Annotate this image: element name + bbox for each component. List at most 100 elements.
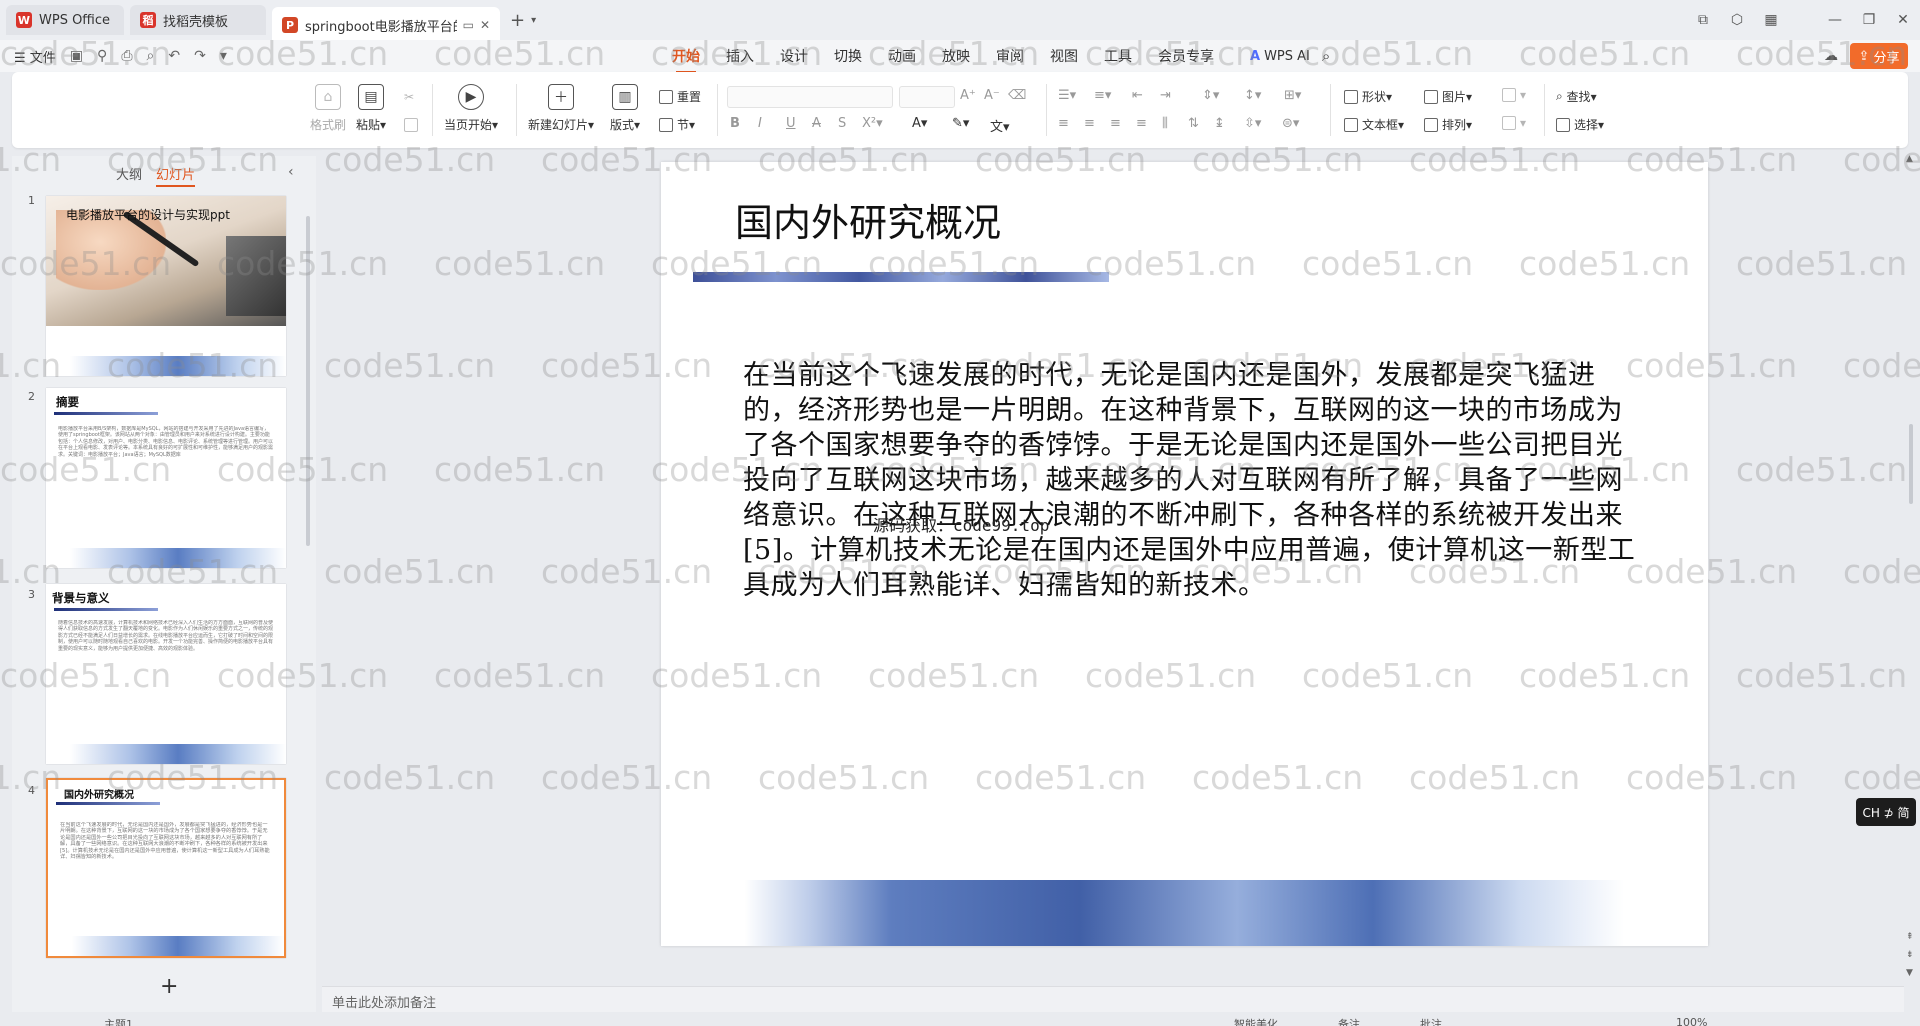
tab-wps-office[interactable]: W WPS Office [6, 5, 124, 35]
char-spacing-icon[interactable]: 文▾ [990, 116, 1010, 135]
paragraph-spacing-icon[interactable]: ↨ [1214, 116, 1225, 131]
section-button[interactable]: 节 ▾ [659, 116, 695, 133]
bold-icon[interactable]: B [730, 116, 740, 131]
comments-toggle[interactable]: 批注 [1420, 1016, 1442, 1026]
notes-pane[interactable]: 单击此处添加备注 [322, 986, 1904, 1012]
bullets-icon[interactable]: ☰▾ [1058, 88, 1076, 103]
italic-icon[interactable]: I [758, 116, 762, 131]
slide-thumbnail-1[interactable]: 电影播放平台的设计与实现ppt [46, 196, 286, 376]
strikethrough-icon[interactable]: A [812, 116, 821, 131]
search-icon[interactable]: ⌕ [1322, 47, 1330, 65]
underline-icon[interactable]: U [786, 116, 796, 131]
format-painter-button[interactable]: ⌂ 格式刷 [310, 84, 346, 133]
paragraph-settings-icon[interactable]: ⇳▾ [1244, 116, 1261, 131]
chevron-down-icon[interactable]: ▾ [531, 15, 536, 26]
export-icon[interactable]: ⚲ [97, 48, 107, 64]
tab-slides[interactable]: 幻灯片 [156, 164, 195, 187]
copy-icon[interactable] [404, 118, 422, 132]
textbox-button[interactable]: 文本框 ▾ [1344, 116, 1404, 133]
justify-icon[interactable]: ≡ [1136, 116, 1147, 131]
tab-animation[interactable]: 动画 [888, 46, 916, 66]
scroll-up-icon[interactable]: ▲ [1906, 154, 1913, 164]
align-right-icon[interactable]: ≡ [1110, 116, 1121, 131]
shrink-font-icon[interactable]: A⁻ [984, 88, 1000, 103]
panel-scrollbar[interactable] [306, 216, 310, 546]
tab-slideshow[interactable]: 放映 [942, 46, 970, 66]
align-text-icon[interactable]: ⊞▾ [1284, 88, 1301, 103]
share-button[interactable]: ⇪ 分享 [1850, 43, 1908, 69]
tab-docer-templates[interactable]: 稻 找稻壳模板 [130, 5, 266, 35]
cut-icon[interactable]: ✂ [404, 90, 414, 104]
tab-review[interactable]: 审阅 [996, 46, 1024, 66]
redo-icon[interactable]: ↷ [194, 48, 206, 64]
align-center-icon[interactable]: ≡ [1084, 116, 1095, 131]
arrange-button[interactable]: 排列 ▾ [1424, 116, 1472, 133]
tab-home[interactable]: 开始 [672, 46, 700, 73]
prev-slide-icon[interactable]: ⇞ [1906, 932, 1914, 942]
tab-tools[interactable]: 工具 [1104, 46, 1132, 66]
play-from-current-button[interactable]: ▶ 当页开始▾ [444, 84, 498, 133]
slide-thumbnail-2[interactable]: 摘要 电影播放平台采用B/S架构，数据库是MySQL，网站的搭建与开发采用了先进… [46, 388, 286, 568]
tab-member[interactable]: 会员专享 [1158, 46, 1214, 66]
slide-title[interactable]: 国内外研究概况 [735, 192, 1001, 247]
restore-icon[interactable]: ❐ [1852, 12, 1886, 28]
slide-thumbnail-4[interactable]: 国内外研究概况 在当前这个飞速发展的时代，无论是国内还是国外，发展都是突飞猛进的… [46, 778, 286, 958]
tab-transition[interactable]: 切换 [834, 46, 862, 66]
next-slide-icon[interactable]: ⇟ [1906, 950, 1914, 960]
numbering-icon[interactable]: ≡▾ [1094, 88, 1111, 103]
tab-view[interactable]: 视图 [1050, 46, 1078, 66]
layout-icon[interactable]: ⧉ [1686, 12, 1720, 28]
decrease-indent-icon[interactable]: ⇤ [1132, 88, 1143, 103]
grow-font-icon[interactable]: A⁺ [960, 88, 976, 103]
paste-button[interactable]: ▤ 粘贴▾ [356, 84, 386, 133]
avatar[interactable]: ▦ [1754, 12, 1788, 28]
scroll-thumb[interactable] [1909, 424, 1913, 504]
wps-ai-button[interactable]: A WPS AI [1250, 49, 1310, 64]
superscript-icon[interactable]: X²▾ [862, 116, 883, 131]
distribute-icon[interactable]: ⫼ [1162, 116, 1168, 131]
slide-thumbnail-3[interactable]: 背景与意义 随着信息技术的高速发展，计算机技术和网络技术已经深入人们生活的方方面… [46, 584, 286, 764]
cube-icon[interactable]: ⬡ [1720, 12, 1754, 28]
tab-current-document[interactable]: P springboot电影播放平台的 ▭ ✕ [272, 7, 500, 43]
tab-outline[interactable]: 大纲 [116, 164, 142, 187]
fill-icon[interactable]: ▾ [1502, 88, 1526, 102]
picture-button[interactable]: 图片 ▾ [1424, 88, 1472, 105]
tab-design[interactable]: 设计 [780, 46, 808, 66]
outline-icon[interactable]: ▾ [1502, 116, 1526, 130]
current-slide[interactable]: 国内外研究概况 在当前这个飞速发展的时代，无论是国内还是国外，发展都是突飞猛进的… [661, 162, 1708, 946]
add-slide-icon[interactable]: + [160, 974, 178, 999]
text-direction-icon[interactable]: ↕▾ [1244, 88, 1261, 103]
font-size-select[interactable] [899, 86, 955, 108]
canvas-scrollbar[interactable]: ▲ ⇞ ⇟ ▼ [1906, 150, 1916, 1010]
new-slide-button[interactable]: ＋ 新建幻灯片▾ [528, 84, 594, 133]
cloud-icon[interactable]: ☁ [1824, 48, 1838, 64]
align-left-icon[interactable]: ≡ [1058, 116, 1069, 131]
layout-button[interactable]: ▥ 版式▾ [610, 84, 640, 133]
notes-toggle[interactable]: 备注 [1338, 1016, 1360, 1026]
input-method-indicator[interactable]: CH ⊅ 简 [1856, 798, 1916, 826]
zoom-level[interactable]: 100% [1676, 1016, 1707, 1026]
slide-body-text[interactable]: 在当前这个飞速发展的时代，无论是国内还是国外，发展都是突飞猛进的，经济形势也是一… [743, 358, 1643, 603]
shadow-icon[interactable]: S [838, 116, 846, 131]
minimize-icon[interactable]: — [1818, 12, 1852, 28]
print-icon[interactable]: ⎙ [121, 48, 132, 64]
collapse-panel-icon[interactable]: ‹ [288, 164, 294, 180]
columns-icon[interactable]: ⇅ [1188, 116, 1199, 131]
highlight-icon[interactable]: ✎▾ [952, 116, 969, 131]
clear-format-icon[interactable]: ⌫ [1008, 88, 1026, 103]
smart-beautify-button[interactable]: 智能美化 [1234, 1016, 1278, 1026]
print-preview-icon[interactable]: ⌕ [147, 48, 155, 64]
window-mode-icon[interactable]: ▭ [463, 18, 474, 32]
shape-button[interactable]: 形状 ▾ [1344, 88, 1392, 105]
increase-indent-icon[interactable]: ⇥ [1160, 88, 1171, 103]
save-icon[interactable]: ▣ [70, 48, 83, 64]
select-button[interactable]: 选择 ▾ [1556, 116, 1604, 133]
convert-smartart-icon[interactable]: ⊜▾ [1282, 116, 1299, 131]
theme-label[interactable]: 主题1 [104, 1016, 133, 1026]
font-color-icon[interactable]: A▾ [912, 116, 927, 131]
find-button[interactable]: ⌕ 查找 ▾ [1556, 88, 1597, 105]
reset-button[interactable]: 重置 [659, 88, 701, 105]
font-family-select[interactable] [727, 86, 893, 108]
new-tab-icon[interactable]: + [510, 10, 525, 31]
close-window-icon[interactable]: ✕ [1886, 12, 1920, 28]
